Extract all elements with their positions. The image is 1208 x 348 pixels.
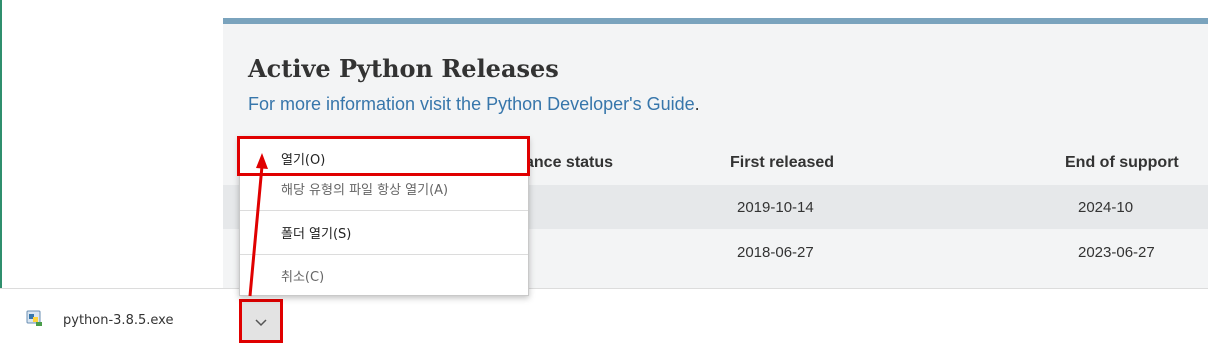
first-released-cell: 2018-06-27 xyxy=(737,244,814,261)
column-maintenance-status: ance status xyxy=(525,154,614,171)
info-period: . xyxy=(694,94,700,114)
menu-separator xyxy=(240,210,528,211)
menu-item-cancel[interactable]: 취소(C) xyxy=(240,265,528,291)
column-end-of-support: End of support xyxy=(1065,154,1179,171)
download-bar: python-3.8.5.exe xyxy=(0,288,1208,348)
info-line: For more information visit the Python De… xyxy=(248,94,700,115)
page-title: Active Python Releases xyxy=(248,54,559,83)
menu-separator xyxy=(240,254,528,255)
installer-icon xyxy=(26,309,44,327)
menu-item-always-open[interactable]: 해당 유형의 파일 항상 열기(A) xyxy=(240,178,528,204)
menu-item-show-in-folder[interactable]: 폴더 열기(S) xyxy=(240,222,528,248)
chevron-down-icon xyxy=(255,312,267,331)
column-first-released: First released xyxy=(730,154,835,171)
end-of-support-cell: 2023-06-27 xyxy=(1078,244,1155,261)
window-left-edge xyxy=(0,0,2,290)
end-of-support-cell: 2024-10 xyxy=(1078,199,1134,216)
panel-accent-bar xyxy=(223,18,1208,24)
developer-guide-link[interactable]: For more information visit the Python De… xyxy=(248,94,695,114)
first-released-cell: 2019-10-14 xyxy=(737,199,814,216)
download-file-name[interactable]: python-3.8.5.exe xyxy=(63,313,173,328)
download-options-button[interactable] xyxy=(239,299,283,343)
highlight-box-open xyxy=(237,136,530,176)
